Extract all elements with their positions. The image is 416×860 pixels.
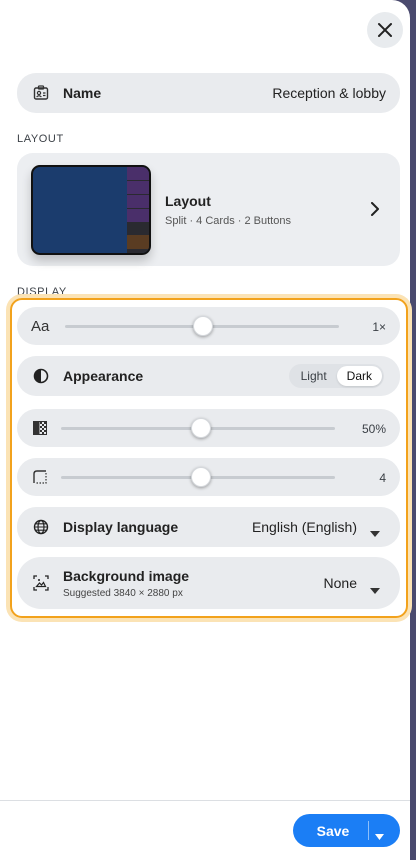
name-row[interactable]: Name Reception & lobby (17, 73, 400, 113)
text-size-icon: Aa (31, 317, 50, 335)
caret-down-icon (370, 524, 380, 542)
display-language-value[interactable]: English (English) (252, 519, 357, 535)
save-button[interactable]: Save (293, 823, 373, 839)
opacity-slider-thumb[interactable] (191, 418, 211, 438)
layout-thumbnail (31, 165, 151, 255)
close-button[interactable] (367, 12, 403, 48)
layout-section-heading: LAYOUT (17, 133, 64, 145)
chevron-right-icon (370, 202, 380, 221)
caret-down-icon (375, 834, 384, 840)
display-language-label: Display language (63, 519, 179, 535)
text-size-value: 1× (372, 320, 386, 334)
background-image-label: Background image (63, 568, 190, 584)
contrast-icon (33, 368, 49, 384)
layout-card-title: Layout (165, 193, 211, 209)
save-options-button[interactable] (375, 827, 384, 845)
name-label: Name (63, 85, 102, 101)
save-split-button: Save (293, 814, 400, 847)
text-size-slider-thumb[interactable] (193, 316, 213, 336)
globe-icon (33, 519, 49, 535)
opacity-value: 50% (361, 422, 386, 436)
corner-radius-value: 4 (379, 471, 386, 485)
appearance-row: Appearance Light Dark (17, 356, 400, 396)
opacity-row: 50% (17, 409, 400, 447)
settings-panel: Name Reception & lobby LAYOUT Layout Spl… (0, 0, 410, 860)
corner-radius-slider-thumb[interactable] (191, 467, 211, 487)
appearance-toggle[interactable]: Light Dark (288, 364, 384, 388)
background-image-row[interactable]: Background image Suggested 3840 × 2880 p… (17, 557, 400, 609)
name-value[interactable]: Reception & lobby (272, 85, 386, 101)
appearance-option-light[interactable]: Light (291, 366, 337, 386)
caret-down-icon (370, 581, 380, 599)
footer-divider (0, 800, 410, 801)
background-image-hint: Suggested 3840 × 2880 px (63, 588, 183, 599)
appearance-option-dark[interactable]: Dark (336, 366, 382, 386)
close-icon (378, 23, 392, 37)
background-image-value[interactable]: None (324, 575, 357, 591)
opacity-icon (33, 421, 47, 435)
text-size-row: Aa 1× (17, 307, 400, 345)
layout-card[interactable]: Layout Split · 4 Cards · 2 Buttons (17, 153, 400, 266)
save-divider (368, 821, 369, 840)
display-section-heading: DISPLAY (17, 286, 67, 298)
background-image-icon (33, 575, 49, 591)
corner-radius-row: 4 (17, 458, 400, 496)
display-language-row[interactable]: Display language English (English) (17, 507, 400, 547)
corner-radius-icon (33, 470, 47, 484)
appearance-label: Appearance (63, 368, 144, 384)
layout-card-subtitle: Split · 4 Cards · 2 Buttons (165, 215, 291, 227)
id-badge-icon (33, 85, 49, 101)
